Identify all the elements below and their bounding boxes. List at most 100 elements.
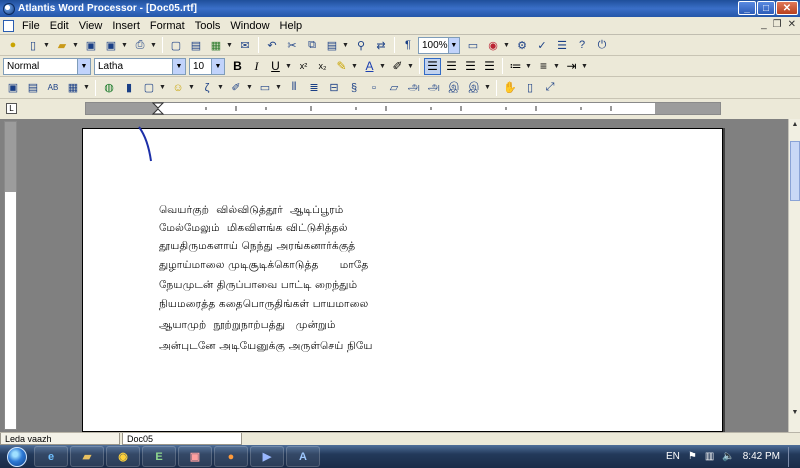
frame-icon[interactable]: ▣ xyxy=(5,80,21,96)
align-left-icon[interactable]: ☰ xyxy=(424,57,441,75)
document-icon[interactable] xyxy=(3,19,14,32)
volume-icon[interactable]: 🔈 xyxy=(722,451,734,462)
subscript-icon[interactable]: x₂ xyxy=(314,58,331,75)
spelling-icon[interactable]: ✓ xyxy=(534,37,550,53)
chevron-down-icon[interactable]: ▼ xyxy=(379,63,386,70)
chevron-down-icon[interactable]: ▼ xyxy=(121,42,128,49)
chevron-down-icon[interactable]: ▼ xyxy=(211,58,224,74)
font-case-icon[interactable]: AB xyxy=(45,80,61,96)
bullets-icon[interactable]: ≔ xyxy=(507,58,524,75)
vertical-ruler[interactable] xyxy=(4,121,17,430)
cut-icon[interactable]: ✂ xyxy=(284,37,300,53)
insert-page-icon[interactable]: ▢ xyxy=(141,80,157,96)
close-button[interactable]: ✕ xyxy=(776,1,798,15)
chevron-down-icon[interactable]: ▼ xyxy=(188,84,195,91)
menu-edit[interactable]: Edit xyxy=(45,20,74,32)
font-size-select[interactable]: 10 ▼ xyxy=(189,57,225,75)
page-layout-icon[interactable]: ▤ xyxy=(25,80,41,96)
menu-tools[interactable]: Tools xyxy=(190,20,226,32)
chrome-taskbar-icon[interactable]: ◉ xyxy=(106,446,140,467)
open-folder-icon[interactable]: ▰ xyxy=(54,37,70,53)
field-icon[interactable]: ▫ xyxy=(366,80,382,96)
insert-special-icon[interactable]: ζ xyxy=(199,80,215,96)
minimize-button[interactable]: _ xyxy=(738,1,756,15)
menu-view[interactable]: View xyxy=(74,20,108,32)
table-icon[interactable]: ▦ xyxy=(65,80,81,96)
chevron-down-icon[interactable]: ▼ xyxy=(83,84,90,91)
menu-help[interactable]: Help xyxy=(275,20,308,32)
scroll-thumb[interactable] xyxy=(790,141,800,201)
media-taskbar-icon[interactable]: ▶ xyxy=(250,446,284,467)
chevron-down-icon[interactable]: ▼ xyxy=(581,63,588,70)
doc-close-icon[interactable]: ✕ xyxy=(788,19,796,30)
print-preview-icon[interactable]: ▢ xyxy=(168,37,184,53)
chevron-down-icon[interactable]: ▼ xyxy=(525,63,532,70)
chevron-down-icon[interactable]: ▼ xyxy=(503,42,510,49)
text-line[interactable]: தூயதிருமகளாய் நெந்து அரங்கனார்க்குத் xyxy=(159,240,355,253)
paste-icon[interactable]: ▤ xyxy=(324,37,340,53)
chevron-down-icon[interactable]: ▼ xyxy=(159,84,166,91)
menu-file[interactable]: File xyxy=(17,20,45,32)
font-color-icon[interactable]: A xyxy=(361,58,378,75)
horizontal-ruler[interactable]: L xyxy=(0,99,800,119)
text-line[interactable]: நேயமுடன் திருப்பாவை பாட்டி றைந்தும் xyxy=(159,279,357,292)
exit-icon[interactable]: ⏻ xyxy=(594,37,610,53)
chevron-down-icon[interactable]: ▼ xyxy=(72,42,79,49)
doc-minimize-icon[interactable]: _ xyxy=(761,19,767,30)
chevron-down-icon[interactable]: ▼ xyxy=(275,84,282,91)
style-select[interactable]: Normal ▼ xyxy=(3,57,91,75)
page-break-icon[interactable]: ⊟ xyxy=(326,80,342,96)
save-as-icon[interactable]: ▣ xyxy=(103,37,119,53)
tools-icon[interactable]: ⚙ xyxy=(514,37,530,53)
network-icon[interactable]: ▥ xyxy=(705,451,714,462)
excel-taskbar-icon[interactable]: E xyxy=(142,446,176,467)
header-icon[interactable]: ▭ xyxy=(257,80,273,96)
undo-icon[interactable]: ↶ xyxy=(264,37,280,53)
read-mode-icon[interactable]: ▯ xyxy=(522,80,538,96)
scroll-up-icon[interactable]: ▲ xyxy=(790,121,800,131)
insert-symbol-icon[interactable]: ☺ xyxy=(170,80,186,96)
numbering-icon[interactable]: ≡ xyxy=(535,58,552,75)
color-icon[interactable]: ◉ xyxy=(485,37,501,53)
scroll-down-icon[interactable]: ▼ xyxy=(790,409,800,419)
hand-tool-icon[interactable]: ✋ xyxy=(502,80,518,96)
title-bar[interactable]: Atlantis Word Processor - [Doc05.rtf] _ … xyxy=(0,0,800,17)
ie-taskbar-icon[interactable]: e xyxy=(34,446,68,467)
page-setup-icon[interactable]: ▤ xyxy=(188,37,204,53)
ruler-strip[interactable] xyxy=(85,102,721,115)
copy-icon[interactable]: ⧉ xyxy=(304,37,320,53)
text-line[interactable]: துழாய்மாலை முடிசூடிக்கொடுத்த மாதே xyxy=(159,259,368,272)
chevron-down-icon[interactable]: ▼ xyxy=(77,58,90,74)
tray-flag-icon[interactable]: ⚑ xyxy=(688,451,697,462)
format-painter-icon[interactable]: ✐ xyxy=(389,58,406,75)
section-icon[interactable]: § xyxy=(346,80,362,96)
footnote-icon[interactable]: ✐ xyxy=(228,80,244,96)
chevron-down-icon[interactable]: ▼ xyxy=(226,42,233,49)
replace-icon[interactable]: ⇄ xyxy=(373,37,389,53)
chevron-down-icon[interactable]: ▼ xyxy=(150,42,157,49)
language-indicator[interactable]: EN xyxy=(666,451,680,462)
help-icon[interactable]: ? xyxy=(574,37,590,53)
menu-insert[interactable]: Insert xyxy=(107,20,145,32)
print-icon[interactable]: ⎙ xyxy=(132,37,148,53)
text-line[interactable]: ஆயாமுற் நூற்றுநாற்பத்து முன்றும் xyxy=(159,319,336,332)
image-icon[interactable]: ▦ xyxy=(208,37,224,53)
chevron-down-icon[interactable]: ▼ xyxy=(553,63,560,70)
menu-format[interactable]: Format xyxy=(145,20,190,32)
bookmark-icon[interactable]: ▮ xyxy=(121,80,137,96)
underline-icon[interactable]: U xyxy=(267,58,284,75)
find-icon[interactable]: ⚲ xyxy=(353,37,369,53)
options-icon[interactable]: ☰ xyxy=(554,37,570,53)
italic-icon[interactable]: I xyxy=(248,58,265,75)
email-icon[interactable]: ✉ xyxy=(237,37,253,53)
start-button[interactable] xyxy=(0,445,34,468)
line-spacing-icon[interactable]: ≣ xyxy=(306,80,322,96)
text-line[interactable]: நியமரைத்த கதைபொருதிங்கள் பாயமாலை xyxy=(159,298,368,311)
app-icon[interactable] xyxy=(3,2,15,15)
comment-icon[interactable]: ▱ xyxy=(386,80,402,96)
menu-window[interactable]: Window xyxy=(225,20,274,32)
chevron-down-icon[interactable]: ▼ xyxy=(447,37,459,53)
fullscreen-icon[interactable]: ⤢ xyxy=(542,80,558,96)
chevron-down-icon[interactable]: ▼ xyxy=(43,42,50,49)
chevron-down-icon[interactable]: ▼ xyxy=(246,84,253,91)
